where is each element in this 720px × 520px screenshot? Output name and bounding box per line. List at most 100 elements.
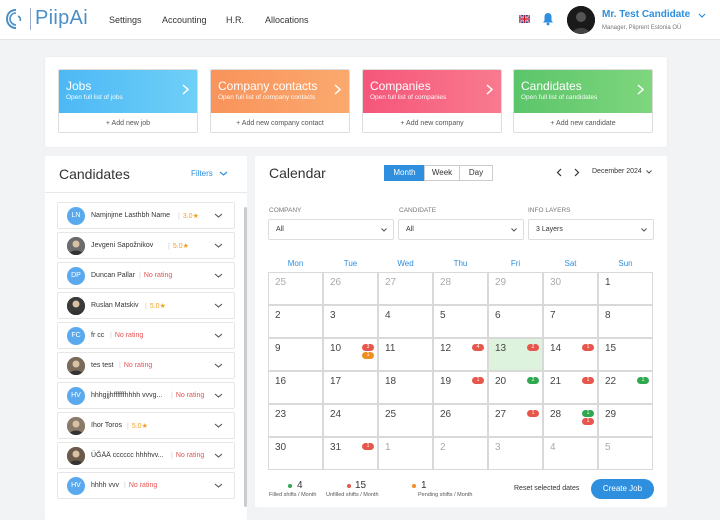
shift-count-badge[interactable]: 1 — [362, 443, 374, 450]
shift-count-badge[interactable]: 1 — [527, 410, 539, 417]
info-layers-select[interactable]: 3 Layers — [528, 219, 654, 240]
quick-card-header[interactable]: Jobs Open full list of jobs — [59, 70, 197, 113]
chevron-down-icon[interactable] — [214, 363, 223, 368]
quick-card-add-link[interactable]: + Add new company — [363, 113, 501, 132]
shift-count-badge[interactable]: 1 — [362, 352, 374, 359]
reset-dates-button[interactable]: Reset selected dates — [514, 485, 579, 492]
candidate-row[interactable]: Ihor Toros | 5.0★ — [57, 412, 235, 439]
chevron-down-icon[interactable] — [214, 393, 223, 398]
calendar-day-cell[interactable]: 25 — [268, 272, 323, 305]
view-week-button[interactable]: Week — [424, 165, 460, 181]
calendar-day-cell[interactable]: 29 — [598, 404, 653, 437]
chevron-right-icon[interactable] — [574, 168, 580, 177]
candidate-select[interactable]: All — [398, 219, 524, 240]
calendar-day-cell[interactable]: 9 — [268, 338, 323, 371]
calendar-day-cell[interactable]: 14 1 — [543, 338, 598, 371]
calendar-day-cell[interactable]: 15 — [598, 338, 653, 371]
calendar-day-cell[interactable]: 2 — [433, 437, 488, 470]
chevron-down-icon[interactable] — [646, 170, 652, 174]
quick-card-header[interactable]: Company contacts Open full list of compan… — [211, 70, 349, 113]
quick-card-header[interactable]: Candidates Open full list of candidates — [514, 70, 652, 113]
candidate-row[interactable]: LN Namjnjme Lasthbh Name | 3.0★ — [57, 202, 235, 229]
calendar-day-cell[interactable]: 1 — [378, 437, 433, 470]
month-selector[interactable]: December 2024 — [592, 168, 642, 175]
calendar-day-cell[interactable]: 13 2 — [488, 338, 543, 371]
chevron-left-icon[interactable] — [556, 168, 562, 177]
quick-card-company-contacts[interactable]: Company contacts Open full list of compan… — [210, 69, 350, 133]
calendar-day-cell[interactable]: 18 — [378, 371, 433, 404]
quick-card-header[interactable]: Companies Open full list of companies — [363, 70, 501, 113]
calendar-day-cell[interactable]: 29 — [488, 272, 543, 305]
create-job-button[interactable]: Create Job — [591, 479, 654, 499]
candidate-row[interactable]: tes test | No rating — [57, 352, 235, 379]
calendar-day-cell[interactable]: 24 — [323, 404, 378, 437]
calendar-day-cell[interactable]: 27 1 — [488, 404, 543, 437]
chevron-down-icon[interactable] — [214, 273, 223, 278]
chevron-down-icon[interactable] — [214, 243, 223, 248]
shift-count-badge[interactable]: 1 — [582, 344, 594, 351]
calendar-day-cell[interactable]: 12 4 — [433, 338, 488, 371]
calendar-day-cell[interactable]: 26 — [433, 404, 488, 437]
chevron-down-icon[interactable] — [214, 333, 223, 338]
quick-card-add-link[interactable]: + Add new company contact — [211, 113, 349, 132]
shift-count-badge[interactable]: 1 — [637, 377, 649, 384]
calendar-day-cell[interactable]: 30 — [268, 437, 323, 470]
candidate-row[interactable]: ÜĞÄÄ cccccc hhhhvv... | No rating — [57, 442, 235, 469]
quick-card-jobs[interactable]: Jobs Open full list of jobs + Add new job — [58, 69, 198, 133]
calendar-day-cell[interactable]: 19 1 — [433, 371, 488, 404]
calendar-day-cell[interactable]: 28 1 1 — [543, 404, 598, 437]
candidate-row[interactable]: Ruslan Matskiv | 5.0★ — [57, 292, 235, 319]
nav-allocations[interactable]: Allocations — [265, 15, 309, 25]
quick-card-add-link[interactable]: + Add new job — [59, 113, 197, 132]
candidate-row[interactable]: FC fr cc | No rating — [57, 322, 235, 349]
candidate-row[interactable]: Jevgeni Sapožnikov | 5.0★ — [57, 232, 235, 259]
calendar-day-cell[interactable]: 21 1 — [543, 371, 598, 404]
calendar-day-cell[interactable]: 3 — [488, 437, 543, 470]
candidate-row[interactable]: HV hhhgjjhffffffhhhh vvvg... | No rating — [57, 382, 235, 409]
calendar-day-cell[interactable]: 1 — [598, 272, 653, 305]
chevron-down-icon[interactable] — [214, 213, 223, 218]
calendar-day-cell[interactable]: 8 — [598, 305, 653, 338]
calendar-day-cell[interactable]: 27 — [378, 272, 433, 305]
shift-count-badge[interactable]: 2 — [527, 377, 539, 384]
calendar-day-cell[interactable]: 20 2 — [488, 371, 543, 404]
calendar-day-cell[interactable]: 25 — [378, 404, 433, 437]
calendar-day-cell[interactable]: 10 3 1 — [323, 338, 378, 371]
bell-icon[interactable] — [542, 12, 554, 26]
calendar-day-cell[interactable]: 30 — [543, 272, 598, 305]
calendar-day-cell[interactable]: 2 — [268, 305, 323, 338]
chevron-down-icon[interactable] — [214, 453, 223, 458]
shift-count-badge[interactable]: 1 — [582, 418, 594, 425]
nav-accounting[interactable]: Accounting — [162, 15, 207, 25]
shift-count-badge[interactable]: 3 — [362, 344, 374, 351]
chevron-down-icon[interactable] — [214, 303, 223, 308]
candidate-row[interactable]: HV hhhh vvv | No rating — [57, 472, 235, 499]
user-name[interactable]: Mr. Test Candidate — [602, 9, 690, 20]
logo[interactable]: PiipAi — [5, 7, 88, 30]
calendar-day-cell[interactable]: 6 — [488, 305, 543, 338]
calendar-day-cell[interactable]: 7 — [543, 305, 598, 338]
calendar-day-cell[interactable]: 4 — [378, 305, 433, 338]
calendar-day-cell[interactable]: 3 — [323, 305, 378, 338]
calendar-day-cell[interactable]: 16 — [268, 371, 323, 404]
quick-card-companies[interactable]: Companies Open full list of companies + Ad… — [362, 69, 502, 133]
nav-hr[interactable]: H.R. — [226, 15, 244, 25]
uk-flag-icon[interactable] — [519, 15, 530, 23]
calendar-day-cell[interactable]: 22 1 — [598, 371, 653, 404]
company-select[interactable]: All — [268, 219, 394, 240]
view-day-button[interactable]: Day — [459, 165, 493, 181]
shift-count-badge[interactable]: 1 — [582, 377, 594, 384]
shift-count-badge[interactable]: 1 — [472, 377, 484, 384]
candidate-row[interactable]: DP Duncan Pallar | No rating — [57, 262, 235, 289]
quick-card-add-link[interactable]: + Add new candidate — [514, 113, 652, 132]
calendar-day-cell[interactable]: 23 — [268, 404, 323, 437]
quick-card-candidates[interactable]: Candidates Open full list of candidates + … — [513, 69, 653, 133]
view-month-button[interactable]: Month — [384, 165, 425, 181]
shift-count-badge[interactable]: 1 — [582, 410, 594, 417]
shift-count-badge[interactable]: 4 — [472, 344, 484, 351]
calendar-day-cell[interactable]: 31 1 — [323, 437, 378, 470]
filters-button[interactable]: Filters — [191, 169, 213, 178]
calendar-day-cell[interactable]: 5 — [433, 305, 488, 338]
calendar-day-cell[interactable]: 28 — [433, 272, 488, 305]
calendar-day-cell[interactable]: 17 — [323, 371, 378, 404]
